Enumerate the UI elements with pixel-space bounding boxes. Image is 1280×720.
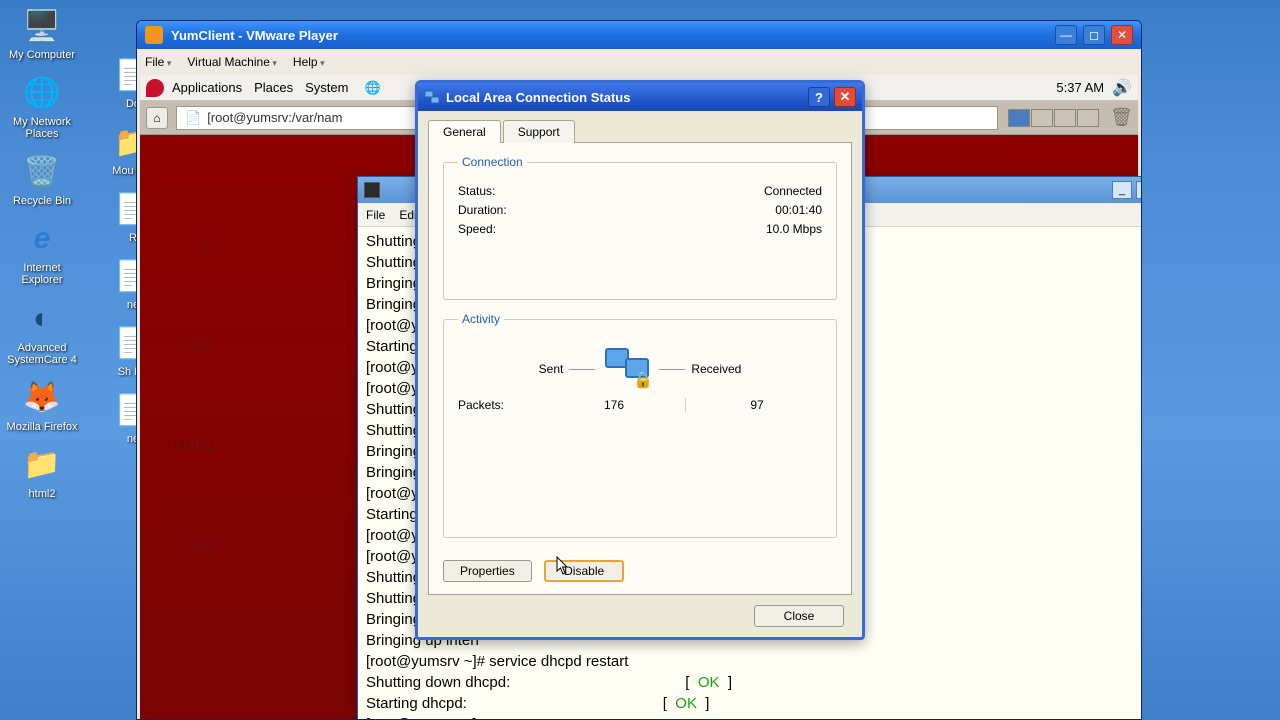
ie-icon: e: [22, 219, 62, 259]
activity-line-icon: [569, 369, 595, 370]
terminal-menu-file[interactable]: File: [366, 208, 385, 222]
terminal-minimize-button[interactable]: _: [1112, 181, 1132, 199]
packets-received-value: 97: [692, 398, 822, 412]
duration-label: Duration:: [458, 203, 775, 217]
activity-group-label: Activity: [458, 312, 504, 326]
minimize-button[interactable]: —: [1055, 25, 1077, 45]
workspace-switcher[interactable]: [1008, 109, 1100, 127]
vmware-logo-icon: [145, 26, 163, 44]
menu-file[interactable]: File: [145, 55, 171, 69]
desktop-icon-network-places[interactable]: 🌐My Network Places: [4, 73, 80, 140]
panel-launcher-icon[interactable]: 🌐: [364, 80, 380, 96]
dialog-tabs: General Support: [428, 119, 852, 142]
tab-pane-general: Connection Status:Connected Duration:00:…: [428, 142, 852, 595]
desktop-icon-recycle-bin[interactable]: 🗑️Recycle Bin: [4, 152, 80, 207]
help-button[interactable]: ?: [808, 87, 830, 107]
trash-icon[interactable]: 🗑: [1110, 107, 1132, 129]
dialog-close-button[interactable]: ✕: [834, 87, 856, 107]
desktop-icon-systemcare[interactable]: ◐Advanced SystemCare 4: [4, 299, 80, 366]
connection-status-dialog: Local Area Connection Status ? ✕ General…: [415, 80, 865, 640]
close-button[interactable]: Close: [754, 605, 844, 627]
status-label: Status:: [458, 184, 764, 198]
panel-clock[interactable]: 5:37 AM: [1056, 80, 1104, 95]
terminal-maximize-button[interactable]: □: [1136, 181, 1142, 199]
folder-icon: 📁: [22, 445, 62, 485]
vmware-title-text: YumClient - VMware Player: [171, 28, 1049, 43]
desktop-icon-my-computer[interactable]: 🖥️My Computer: [4, 6, 80, 61]
desktop-icons: 🖥️My Computer 🌐My Network Places 🗑️Recyc…: [0, 0, 120, 518]
firefox-icon: 🦊: [22, 378, 62, 418]
close-button[interactable]: ✕: [1111, 25, 1133, 45]
systemcare-icon: ◐: [22, 299, 62, 339]
speed-label: Speed:: [458, 222, 766, 236]
dialog-titlebar[interactable]: Local Area Connection Status ? ✕: [418, 83, 862, 111]
desktop-icon-firefox[interactable]: 🦊Mozilla Firefox: [4, 378, 80, 433]
status-value: Connected: [764, 184, 822, 198]
packets-sent-value: 176: [549, 398, 679, 412]
packets-label: Packets:: [458, 398, 549, 412]
panel-applications[interactable]: Applications: [172, 80, 242, 95]
terminal-icon: [364, 182, 380, 198]
desktop-icon-ie[interactable]: eInternet Explorer: [4, 219, 80, 286]
connection-icon: [424, 89, 440, 105]
nav-back-icon[interactable]: ⌂: [146, 107, 168, 129]
workspace-1[interactable]: [1008, 109, 1030, 127]
connection-group-label: Connection: [458, 155, 527, 169]
lock-icon: 🔒: [633, 370, 653, 390]
disable-button[interactable]: Disable: [544, 560, 624, 582]
tab-general[interactable]: General: [428, 120, 501, 143]
activity-group: Activity Sent 🔒 Received Packets: 176 97: [443, 312, 837, 538]
dialog-title: Local Area Connection Status: [446, 90, 804, 105]
computer-icon: 🖥️: [22, 6, 62, 46]
received-label: Received: [691, 362, 741, 376]
vmware-titlebar[interactable]: YumClient - VMware Player — ◻ ✕: [137, 21, 1141, 49]
panel-places[interactable]: Places: [254, 80, 293, 95]
network-icon: 🌐: [22, 73, 62, 113]
desktop-icon-html2[interactable]: 📁html2: [4, 445, 80, 500]
panel-system[interactable]: System: [305, 80, 348, 95]
workspace-2[interactable]: [1031, 109, 1053, 127]
workspace-3[interactable]: [1054, 109, 1076, 127]
menu-virtual-machine[interactable]: Virtual Machine: [187, 55, 277, 69]
vmware-menubar: File Virtual Machine Help: [137, 49, 1141, 75]
menu-help[interactable]: Help: [293, 55, 325, 69]
volume-icon[interactable]: 🔊: [1112, 78, 1132, 98]
properties-button[interactable]: Properties: [443, 560, 532, 582]
activity-line-icon: [659, 369, 685, 370]
workspace-4[interactable]: [1077, 109, 1099, 127]
sent-label: Sent: [539, 362, 564, 376]
redhat-icon[interactable]: [146, 79, 164, 97]
maximize-button[interactable]: ◻: [1083, 25, 1105, 45]
tab-support[interactable]: Support: [503, 120, 575, 143]
speed-value: 10.0 Mbps: [766, 222, 822, 236]
recycle-icon: 🗑️: [22, 152, 62, 192]
duration-value: 00:01:40: [775, 203, 822, 217]
network-activity-icon: 🔒: [601, 348, 653, 390]
connection-group: Connection Status:Connected Duration:00:…: [443, 155, 837, 300]
